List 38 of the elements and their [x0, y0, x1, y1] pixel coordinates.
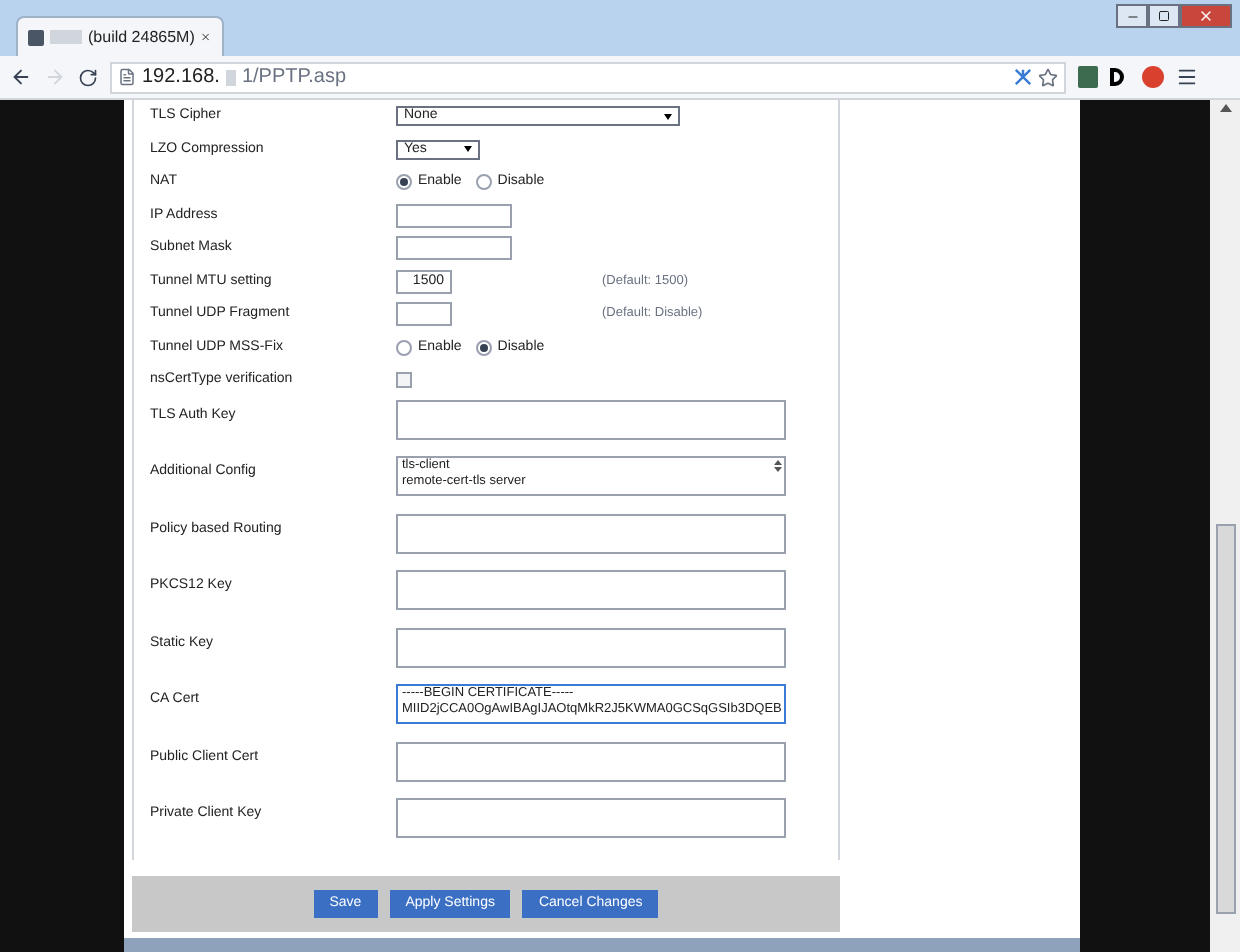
radio-button[interactable]	[475, 339, 492, 356]
router-icon	[28, 29, 44, 45]
input-field[interactable]	[396, 203, 512, 228]
redacted-text	[225, 69, 236, 85]
minimize-button[interactable]	[1116, 4, 1148, 28]
input-field[interactable]	[396, 302, 452, 327]
radio-button[interactable]	[396, 339, 412, 356]
text-area[interactable]	[396, 570, 786, 610]
text-area[interactable]	[396, 399, 786, 439]
adblock-icon[interactable]	[1142, 66, 1164, 88]
text-area[interactable]	[396, 741, 786, 781]
forward-icon[interactable]	[44, 66, 66, 88]
address-bar[interactable]: 192.168. 1/PPTP.asp	[110, 61, 1066, 93]
maximize-button[interactable]	[1148, 4, 1180, 28]
text-area[interactable]	[396, 627, 786, 667]
scrollbar-thumb[interactable]	[1215, 524, 1235, 914]
close-icon[interactable]	[200, 30, 212, 44]
translate-icon[interactable]	[1014, 68, 1032, 86]
checkbox[interactable]	[396, 372, 412, 389]
redacted-text	[50, 30, 83, 44]
back-icon[interactable]	[10, 66, 32, 88]
page-icon	[118, 68, 136, 86]
maximize-icon	[1158, 10, 1170, 22]
tab-title: (build 24865M)	[88, 25, 195, 49]
star-icon[interactable]	[1038, 67, 1058, 87]
menu-icon[interactable]	[1176, 66, 1198, 88]
url-path: 1/PPTP.asp	[241, 64, 347, 92]
close-icon	[1198, 8, 1214, 24]
scroll-up-icon[interactable]	[1219, 104, 1231, 112]
reload-icon[interactable]	[78, 67, 98, 87]
radio-button[interactable]	[396, 174, 412, 191]
text-area[interactable]	[396, 798, 786, 838]
input-field[interactable]	[396, 236, 512, 261]
radio-button[interactable]	[475, 174, 492, 191]
browser-tab[interactable]: (build 24865M)	[16, 16, 224, 56]
url-host: 192.168.	[142, 64, 220, 92]
text-area[interactable]	[396, 513, 786, 553]
scroll-arrows-icon[interactable]	[774, 460, 782, 472]
